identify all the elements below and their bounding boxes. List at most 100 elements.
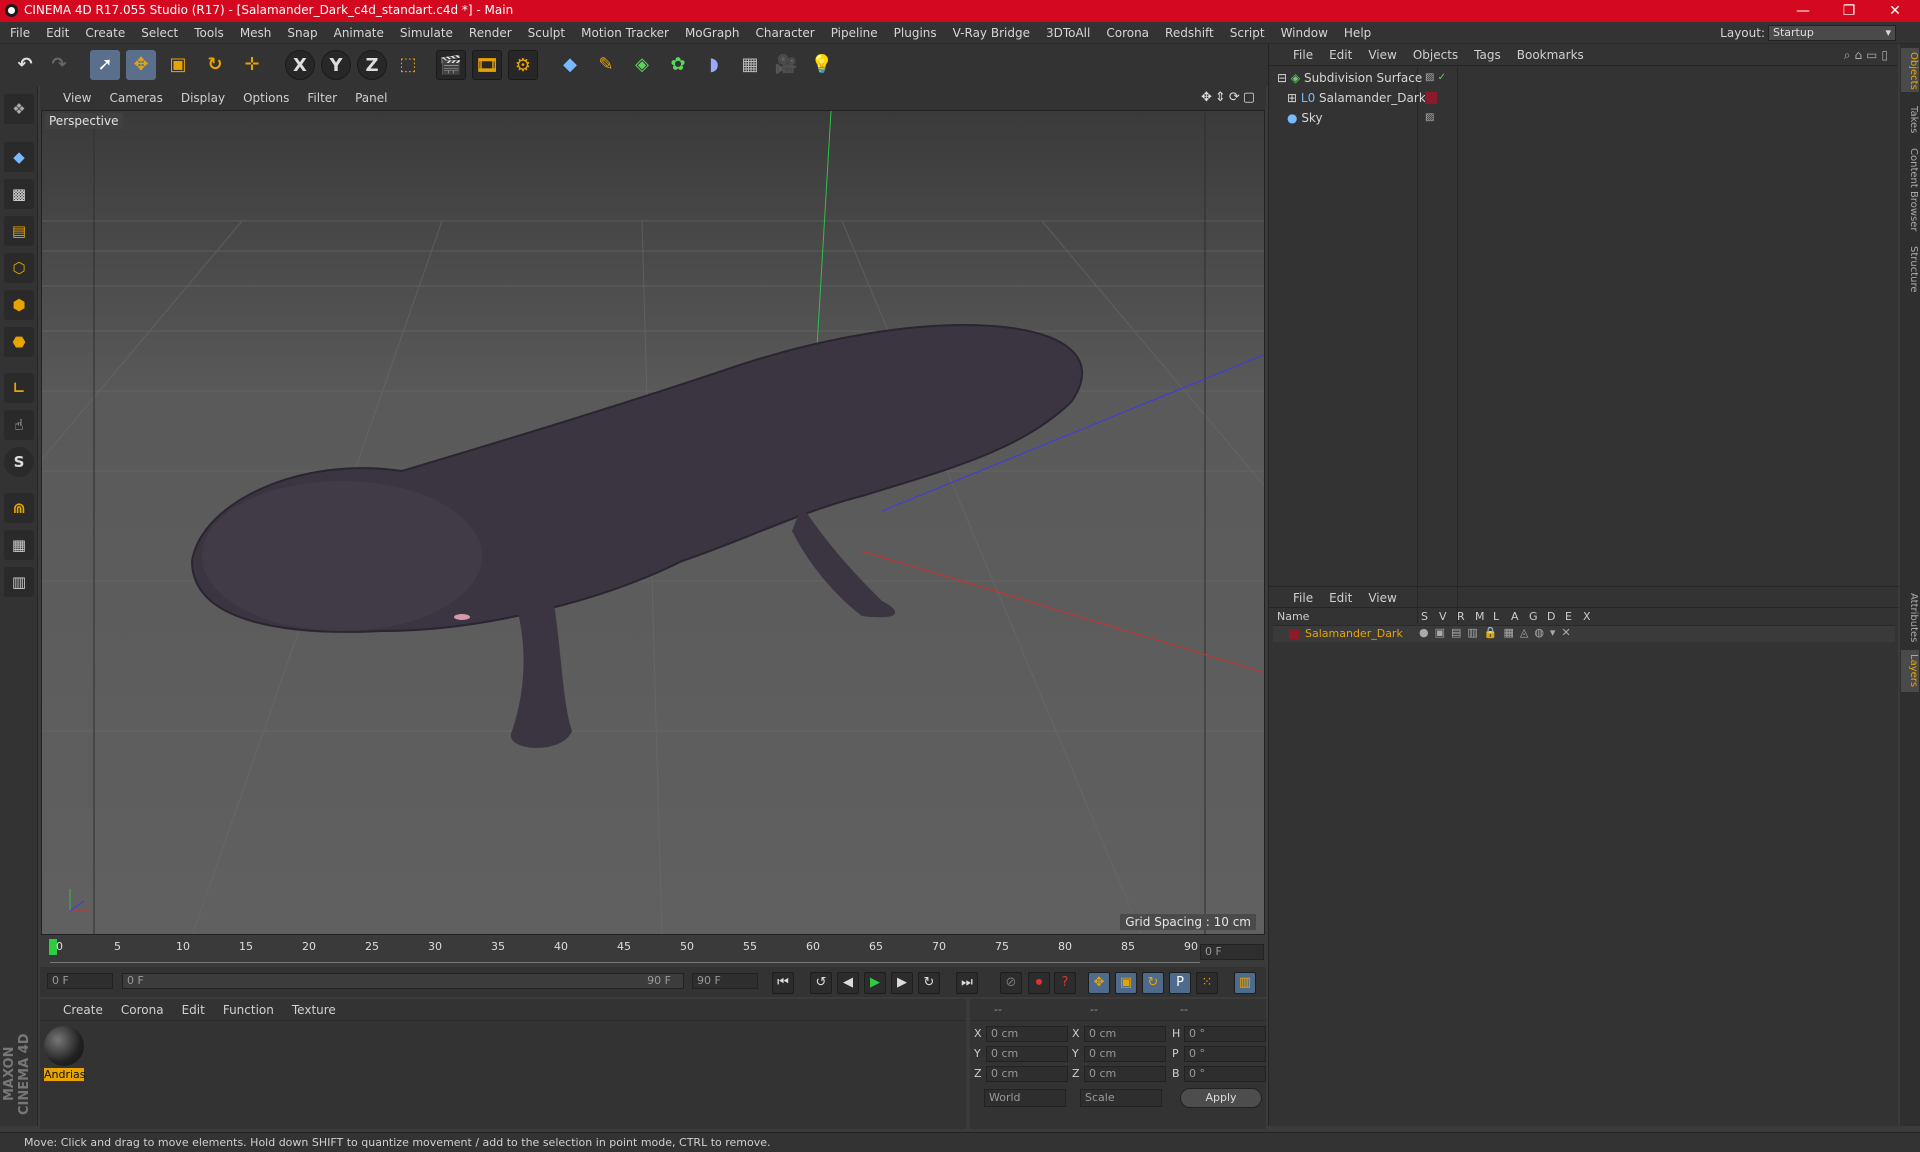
material-swatch[interactable]: Andrias: [44, 1026, 86, 1081]
viewport-menu-view[interactable]: View: [54, 86, 100, 110]
floor-scene-icon[interactable]: ▦: [735, 50, 765, 80]
go-to-end-icon[interactable]: ⏭: [956, 972, 978, 994]
menu-file[interactable]: File: [2, 22, 38, 44]
size-y-field[interactable]: 0 cm: [1084, 1046, 1166, 1062]
menu-tools[interactable]: Tools: [186, 22, 232, 44]
layer-color-tag-icon[interactable]: [1425, 92, 1437, 104]
size-z-field[interactable]: 0 cm: [1084, 1066, 1166, 1082]
material-menu-corona[interactable]: Corona: [112, 999, 173, 1021]
render-settings-icon[interactable]: ⚙: [508, 50, 538, 80]
viewport-menu-display[interactable]: Display: [172, 86, 234, 110]
layers-menu-file[interactable]: File: [1285, 587, 1321, 609]
tab-layers[interactable]: Layers: [1901, 650, 1919, 692]
perspective-viewport[interactable]: Perspective Grid Spacing : 10 cm: [41, 110, 1265, 935]
layers-menu-edit[interactable]: Edit: [1321, 587, 1360, 609]
object-tag-column[interactable]: ▨ ✓: [1425, 72, 1446, 83]
menu-simulate[interactable]: Simulate: [392, 22, 461, 44]
autokeying-icon[interactable]: ?: [1054, 972, 1076, 994]
menu-edit[interactable]: Edit: [38, 22, 77, 44]
layout-dropdown[interactable]: Startup ▾: [1768, 25, 1896, 41]
workplane-mode-icon[interactable]: ▤: [4, 216, 34, 246]
material-menu-function[interactable]: Function: [214, 999, 283, 1021]
viewport-menu-filter[interactable]: Filter: [298, 86, 346, 110]
coordinate-space-dropdown[interactable]: World: [984, 1089, 1066, 1107]
axis-mode-icon[interactable]: ∟: [4, 373, 34, 403]
polygons-mode-icon[interactable]: ⬣: [4, 327, 34, 357]
render-picture-viewer-icon[interactable]: 🎞: [472, 50, 502, 80]
light-icon[interactable]: 💡: [807, 50, 837, 80]
menu-mesh[interactable]: Mesh: [232, 22, 280, 44]
menu-create[interactable]: Create: [77, 22, 133, 44]
key-scale-icon[interactable]: ▣: [1115, 972, 1137, 994]
snap-magnet-icon[interactable]: ⋒: [4, 493, 34, 523]
end-frame-field[interactable]: 90 F: [692, 973, 758, 989]
menu-mograph[interactable]: MoGraph: [677, 22, 748, 44]
position-z-field[interactable]: 0 cm: [986, 1066, 1068, 1082]
edges-mode-icon[interactable]: ⬢: [4, 290, 34, 320]
previous-key-icon[interactable]: ↺: [810, 972, 832, 994]
material-menu-create[interactable]: Create: [54, 999, 112, 1021]
expand-icon[interactable]: ⊟: [1277, 71, 1287, 85]
layer-color-swatch[interactable]: [1289, 629, 1299, 639]
cube-primitive-icon[interactable]: ◆: [555, 50, 585, 80]
position-x-field[interactable]: 0 cm: [986, 1026, 1068, 1042]
next-key-icon[interactable]: ↻: [918, 972, 940, 994]
rotation-b-field[interactable]: 0 °: [1184, 1066, 1266, 1082]
play-icon[interactable]: ▶: [864, 972, 886, 994]
model-mode-icon[interactable]: ◆: [4, 142, 34, 172]
material-menu-texture[interactable]: Texture: [283, 999, 345, 1021]
maximize-button[interactable]: ❐: [1826, 0, 1872, 22]
deformer-icon[interactable]: ◗: [699, 50, 729, 80]
object-row-salamander[interactable]: ⊞ L0 Salamander_Dark: [1287, 88, 1426, 108]
menu-window[interactable]: Window: [1273, 22, 1336, 44]
menu-character[interactable]: Character: [747, 22, 822, 44]
layer-toggle-icons[interactable]: ●▣▤▥🔒▦◬◍▾✕: [1419, 626, 1577, 639]
menu-select[interactable]: Select: [133, 22, 186, 44]
viewport-menu-options[interactable]: Options: [234, 86, 298, 110]
sky-tag-column[interactable]: ▨: [1425, 112, 1434, 123]
menu-3dtoall[interactable]: 3DToAll: [1038, 22, 1098, 44]
position-y-field[interactable]: 0 cm: [986, 1046, 1068, 1062]
keyframe-selection-icon[interactable]: ⊘: [1000, 972, 1022, 994]
cloner-icon[interactable]: ✿: [663, 50, 693, 80]
close-button[interactable]: ✕: [1872, 0, 1918, 22]
render-view-icon[interactable]: 🎬: [436, 50, 466, 80]
camera-icon[interactable]: 🎥: [771, 50, 801, 80]
size-x-field[interactable]: 0 cm: [1084, 1026, 1166, 1042]
record-active-objects-icon[interactable]: ⏺: [1028, 972, 1050, 994]
size-mode-dropdown[interactable]: Scale: [1080, 1089, 1162, 1107]
objects-menu-view[interactable]: View: [1360, 44, 1404, 66]
previous-frame-icon[interactable]: ◀: [837, 972, 859, 994]
rotate-tool-icon[interactable]: ↻: [200, 50, 230, 80]
texture-mode-icon[interactable]: ▩: [4, 179, 34, 209]
menu-script[interactable]: Script: [1222, 22, 1273, 44]
object-manager-search-icon[interactable]: ⌕⌂▭▯: [1844, 48, 1892, 63]
menu-redshift[interactable]: Redshift: [1157, 22, 1222, 44]
apply-button[interactable]: Apply: [1180, 1088, 1262, 1108]
tab-content-browser[interactable]: Content Browser: [1901, 144, 1919, 236]
objects-menu-tags[interactable]: Tags: [1466, 44, 1509, 66]
menu-sculpt[interactable]: Sculpt: [520, 22, 573, 44]
tweak-mode-icon[interactable]: ☝: [4, 410, 34, 440]
workplane-lock-icon[interactable]: ▦: [4, 530, 34, 560]
planar-workplane-icon[interactable]: ▥: [4, 567, 34, 597]
undo-icon[interactable]: ↶: [10, 50, 40, 80]
tab-attributes[interactable]: Attributes: [1901, 589, 1919, 647]
menu-snap[interactable]: Snap: [279, 22, 325, 44]
objects-menu-edit[interactable]: Edit: [1321, 44, 1360, 66]
current-frame-field[interactable]: 0 F: [1200, 944, 1264, 960]
menu-corona[interactable]: Corona: [1098, 22, 1157, 44]
rotation-p-field[interactable]: 0 °: [1184, 1046, 1266, 1062]
key-point-level-icon[interactable]: ⁙: [1196, 972, 1218, 994]
scale-tool-icon[interactable]: ▣: [163, 50, 193, 80]
live-selection-icon[interactable]: ➚: [90, 50, 120, 80]
y-axis-lock-button[interactable]: Y: [321, 50, 351, 80]
layers-menu-view[interactable]: View: [1360, 587, 1404, 609]
menu-vray-bridge[interactable]: V-Ray Bridge: [945, 22, 1038, 44]
layer-row-salamander[interactable]: Salamander_Dark ●▣▤▥🔒▦◬◍▾✕: [1273, 626, 1895, 642]
coordinate-system-icon[interactable]: ⬚: [393, 50, 423, 80]
material-menu-edit[interactable]: Edit: [173, 999, 214, 1021]
menu-plugins[interactable]: Plugins: [886, 22, 945, 44]
z-axis-lock-button[interactable]: Z: [357, 50, 387, 80]
points-mode-icon[interactable]: ⬡: [4, 253, 34, 283]
